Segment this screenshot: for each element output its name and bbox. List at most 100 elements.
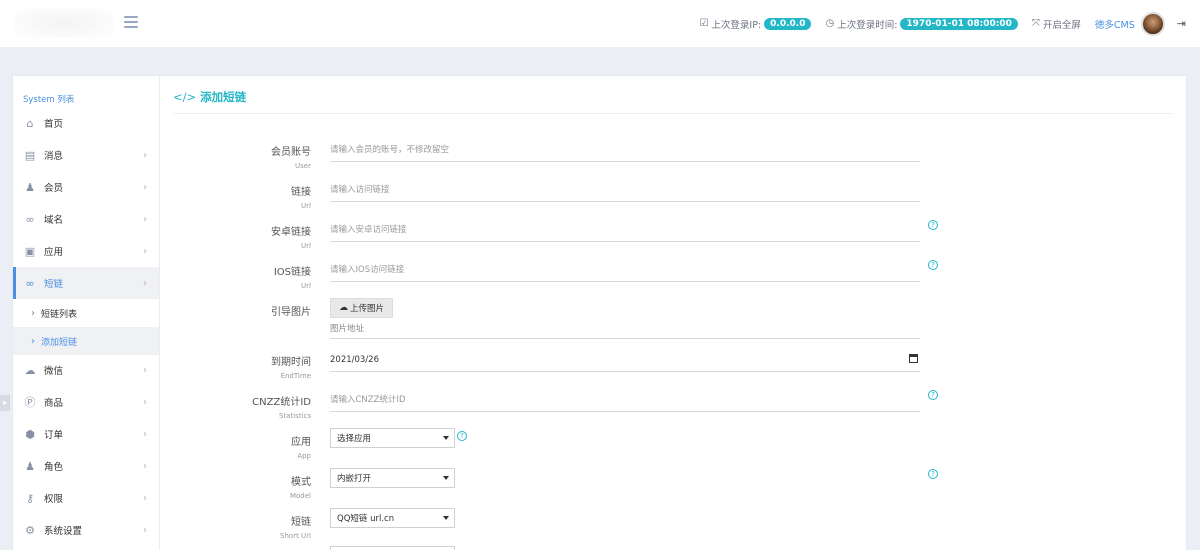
home-icon: ⌂: [26, 116, 34, 130]
sidebar-item-domains[interactable]: ∞ 域名 ›: [13, 203, 159, 235]
user-field: [330, 140, 920, 162]
avatar[interactable]: [1140, 11, 1165, 36]
field-label: 链接 Url: [291, 183, 311, 210]
field-label-sub: EndTime: [280, 372, 311, 380]
sidebar-item-roles[interactable]: ♟ 角色 ›: [13, 450, 159, 482]
expand-icon: ⤧: [1031, 18, 1040, 29]
field-label: 应用 App: [291, 433, 311, 460]
field-label: CNZZ统计ID Statistics: [252, 393, 311, 420]
short-url-select-value: QQ短链 url.cn: [337, 514, 395, 524]
field-label-sub: Url: [301, 242, 311, 250]
short-url-select[interactable]: QQ短链 url.cn: [330, 508, 455, 528]
chevron-right-icon: ›: [143, 524, 147, 536]
sidebar-subitem-label: 添加短链: [41, 337, 78, 348]
sidebar-item-apps[interactable]: ▣ 应用 ›: [13, 235, 159, 267]
sidebar-item-home[interactable]: ⌂ 首页: [13, 107, 159, 139]
caret-down-icon: [443, 476, 449, 480]
field-label-sub: Url: [301, 282, 311, 290]
sidebar-subitem-add-short-link[interactable]: › 添加短链: [13, 327, 159, 355]
checkbox-icon: ☑: [699, 18, 709, 29]
field-label: 短链 Short Url: [280, 513, 311, 540]
sidebar-item-orders[interactable]: ⬢ 订单 ›: [13, 418, 159, 450]
sidebar-item-label: 订单: [44, 430, 64, 441]
sidebar-item-label: 权限: [44, 494, 64, 505]
help-icon[interactable]: ?: [928, 260, 938, 270]
next-select[interactable]: [330, 546, 455, 550]
sidebar-item-system-settings[interactable]: ⚙ 系统设置 ›: [13, 514, 159, 546]
sidebar-item-short-links[interactable]: ∞ 短链 ›: [13, 267, 159, 299]
field-label-main: 短链: [291, 517, 311, 528]
user-icon: ♟: [25, 459, 35, 473]
sidebar-item-members[interactable]: ♟ 会员 ›: [13, 171, 159, 203]
sidebar-item-wechat[interactable]: ☁ 微信 ›: [13, 354, 159, 386]
fullscreen-button[interactable]: ⤧ 开启全屏: [1032, 17, 1081, 31]
help-icon[interactable]: ?: [928, 390, 938, 400]
wechat-icon: ☁: [24, 363, 36, 377]
field-label-main: 到期时间: [271, 357, 311, 368]
main-card: System 列表 ⌂ 首页 ▤ 消息 › ♟ 会员 › ∞ 域名 › ▣ 应用…: [12, 75, 1187, 550]
sidebar-item-label: 商品: [44, 398, 64, 409]
field-label: 模式 Model: [290, 473, 311, 500]
code-icon: </>: [173, 90, 197, 104]
chevron-right-icon: ›: [143, 428, 147, 440]
field-label-main: IOS链接: [273, 267, 311, 278]
image-address-field[interactable]: [330, 317, 920, 339]
page-title: </> 添加短链: [173, 89, 246, 105]
sidebar-item-label: 域名: [44, 215, 64, 226]
cloud-upload-icon: ☁: [338, 303, 348, 313]
sidebar-title: System 列表: [23, 95, 75, 105]
field-label-sub: Url: [301, 202, 311, 210]
field-label: 安卓链接 Url: [271, 223, 311, 250]
more-cms-link[interactable]: 徳多CMS: [1095, 17, 1135, 31]
app-select-value: 选择应用: [337, 434, 372, 444]
android-url-field: [330, 220, 920, 242]
end-time-input[interactable]: [330, 350, 920, 370]
model-select[interactable]: 内嵌打开: [330, 468, 455, 488]
drawer-handle[interactable]: ▸: [0, 395, 10, 411]
order-icon: ⬢: [25, 427, 35, 441]
chevron-right-icon: ›: [143, 460, 147, 472]
sidebar-item-label: 短链: [44, 279, 64, 290]
top-bar-right: ☑ 上次登录IP: 0.0.0.0 ◷ 上次登录时间: 1970-01-01 0…: [685, 0, 1186, 47]
sidebar-item-permissions[interactable]: ⚷ 权限 ›: [13, 482, 159, 514]
last-login-time-badge: 1970-01-01 08:00:00: [900, 17, 1018, 30]
field-label-sub: Statistics: [279, 412, 311, 420]
menu-toggle-icon[interactable]: [124, 16, 138, 28]
cnzz-input[interactable]: [330, 390, 920, 410]
android-url-input[interactable]: [330, 220, 920, 240]
chevron-right-icon: ›: [143, 364, 147, 376]
file-icon: ▤: [24, 148, 36, 162]
field-label-sub: Short Url: [280, 532, 311, 540]
app-select[interactable]: 选择应用: [330, 428, 455, 448]
help-icon[interactable]: ?: [928, 220, 938, 230]
sidebar-subitem-short-link-list[interactable]: › 短链列表: [13, 299, 159, 327]
last-login-time-label: 上次登录时间:: [837, 19, 898, 31]
model-select-value: 内嵌打开: [337, 474, 372, 484]
help-icon[interactable]: ?: [457, 431, 467, 441]
logout-icon[interactable]: ⇥: [1177, 17, 1186, 30]
field-label-main: CNZZ统计ID: [252, 397, 311, 408]
field-label-sub: App: [297, 452, 311, 460]
calendar-icon[interactable]: [909, 354, 918, 363]
ios-url-input[interactable]: [330, 260, 920, 280]
sidebar-item-products[interactable]: Ⓟ 商品 ›: [13, 386, 159, 418]
product-icon: Ⓟ: [24, 396, 36, 409]
logo: [14, 8, 114, 38]
ios-url-field: [330, 260, 920, 282]
upload-image-label: 上传图片: [349, 304, 384, 314]
last-login-ip: ☑ 上次登录IP: 0.0.0.0: [699, 17, 812, 31]
upload-image-button[interactable]: ☁ 上传图片: [330, 298, 393, 318]
sidebar: System 列表 ⌂ 首页 ▤ 消息 › ♟ 会员 › ∞ 域名 › ▣ 应用…: [13, 76, 160, 550]
content-area: </>添加短链 会员账号 User 链接 Url 安: [173, 76, 1173, 550]
help-icon[interactable]: ?: [928, 469, 938, 479]
last-login-ip-label: 上次登录IP:: [711, 19, 762, 31]
fullscreen-label: 开启全屏: [1042, 19, 1081, 31]
url-input[interactable]: [330, 180, 920, 200]
sidebar-item-label: 首页: [44, 119, 64, 130]
chevron-right-icon: ›: [143, 396, 147, 408]
field-label-main: 安卓链接: [271, 227, 311, 238]
sidebar-item-messages[interactable]: ▤ 消息 ›: [13, 139, 159, 171]
chevron-right-icon: ›: [143, 277, 147, 289]
user-input[interactable]: [330, 140, 920, 160]
chevron-right-icon: ›: [31, 335, 35, 347]
